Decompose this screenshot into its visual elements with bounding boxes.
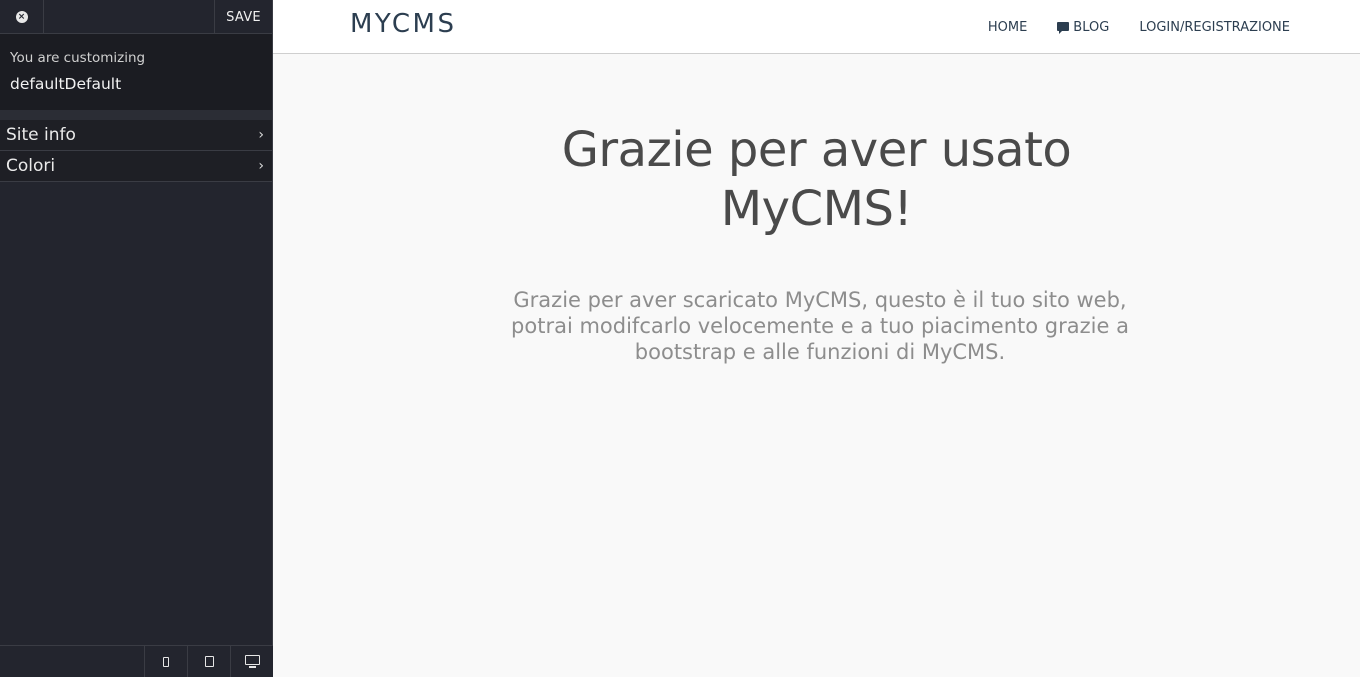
chevron-right-icon: › xyxy=(258,158,264,174)
close-icon: × xyxy=(15,11,28,23)
desktop-icon xyxy=(244,655,260,668)
nav-blog-label: BLOG xyxy=(1073,20,1110,35)
mobile-icon xyxy=(163,656,169,667)
site-preview: MYCMS HOME BLOG LOGIN/REGISTRAZIONE Graz… xyxy=(273,0,1360,677)
site-nav: HOME BLOG LOGIN/REGISTRAZIONE xyxy=(988,20,1290,35)
customizing-label: You are customizing xyxy=(10,50,146,66)
customizing-info: You are customizing defaultDefault xyxy=(0,34,272,110)
nav-home-link[interactable]: HOME xyxy=(988,20,1027,35)
site-navbar: MYCMS HOME BLOG LOGIN/REGISTRAZIONE xyxy=(273,0,1360,54)
device-preview-bar xyxy=(0,645,273,677)
section-site-info[interactable]: Site info › xyxy=(0,120,272,151)
preview-tablet-button[interactable] xyxy=(187,646,230,677)
customizer-sidebar: × SAVE You are customizing defaultDefaul… xyxy=(0,0,273,677)
nav-login-link[interactable]: LOGIN/REGISTRAZIONE xyxy=(1139,20,1290,35)
section-divider xyxy=(0,110,272,120)
hero-text: Grazie per aver scaricato MyCMS, questo … xyxy=(511,288,1129,364)
section-label: Site info xyxy=(6,125,76,145)
comment-icon xyxy=(1057,22,1070,34)
preview-mobile-button[interactable] xyxy=(144,646,187,677)
hero-title-line2: MyCMS! xyxy=(720,181,913,237)
preview-desktop-button[interactable] xyxy=(230,646,273,677)
save-button[interactable]: SAVE xyxy=(214,0,272,34)
hero-title-line1: Grazie per aver usato xyxy=(561,122,1072,178)
tablet-icon xyxy=(204,656,214,667)
section-colori[interactable]: Colori › xyxy=(0,151,272,182)
chevron-right-icon: › xyxy=(258,127,264,143)
close-customizer-button[interactable]: × xyxy=(0,0,44,34)
section-label: Colori xyxy=(6,156,56,176)
customizer-topbar: × SAVE xyxy=(0,0,272,34)
site-brand[interactable]: MYCMS xyxy=(350,9,456,39)
hero-title: Grazie per aver usato MyCMS! xyxy=(273,121,1360,239)
nav-blog-link[interactable]: BLOG xyxy=(1057,20,1109,35)
theme-name: defaultDefault xyxy=(10,75,122,93)
